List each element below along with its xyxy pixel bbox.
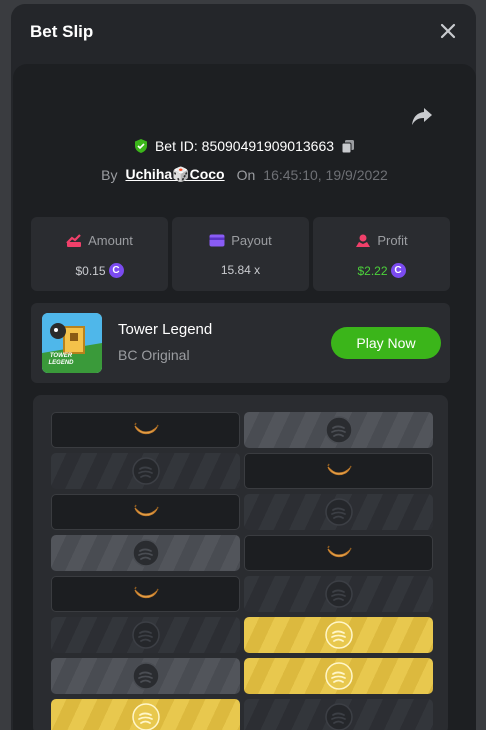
bc-coin-icon <box>324 703 353 730</box>
tower-tile <box>244 453 433 489</box>
verified-shield-icon <box>134 139 147 153</box>
tower-grid <box>51 412 433 730</box>
modal-header: Bet Slip <box>11 4 476 60</box>
bc-coin-icon <box>131 662 160 690</box>
banana-icon <box>133 586 159 599</box>
game-name: Tower Legend <box>118 321 213 338</box>
profit-label: Profit <box>377 233 408 248</box>
tower-tile <box>51 453 240 489</box>
tower-tile <box>51 699 240 730</box>
bet-time: 16:45:10, 19/9/2022 <box>263 166 388 183</box>
amount-label: Amount <box>88 233 133 248</box>
bc-coin-icon <box>324 416 353 444</box>
game-thumbnail[interactable]: TOWER LEGEND <box>42 313 102 373</box>
bet-id-row: Bet ID: 85090491909013663 <box>13 138 476 154</box>
bc-coin-icon <box>131 703 160 730</box>
bc-coin-icon <box>324 662 353 690</box>
banana-icon <box>133 422 159 435</box>
bc-coin-icon <box>324 621 353 649</box>
close-icon[interactable] <box>438 21 458 41</box>
tower-tile <box>244 412 433 448</box>
tower-tile <box>51 576 240 612</box>
bet-slip-modal: Bet Slip Bet ID: 85090491909013663 By Uc… <box>11 4 476 730</box>
tower-tile <box>244 494 433 530</box>
bet-id: Bet ID: 85090491909013663 <box>154 138 335 154</box>
copy-icon[interactable] <box>340 138 356 154</box>
banana-icon <box>326 463 352 476</box>
stat-amount: Amount $0.15 C <box>31 217 168 291</box>
by-label: By <box>101 166 118 183</box>
banana-icon <box>326 545 352 558</box>
tower-tile <box>51 658 240 694</box>
tower-tile <box>244 576 433 612</box>
stat-payout: Payout 15.84 x <box>172 217 309 291</box>
banana-icon <box>133 504 159 517</box>
modal-title: Bet Slip <box>30 22 94 41</box>
tower-tile <box>51 494 240 530</box>
stat-profit: Profit $2.22 C <box>313 217 450 291</box>
profit-icon <box>356 234 371 247</box>
bc-coin-icon <box>131 457 160 485</box>
bet-byline: By Uchiha🎲Coco On 16:45:10, 19/9/2022 <box>13 166 476 183</box>
on-label: On <box>236 166 256 183</box>
bet-details: Bet ID: 85090491909013663 By Uchiha🎲Coco… <box>13 64 476 730</box>
amount-icon <box>66 233 82 247</box>
game-card: TOWER LEGEND Tower Legend BC Original Pl… <box>31 303 450 383</box>
tower-tile <box>244 535 433 571</box>
amount-value: $0.15 <box>75 263 106 278</box>
profit-value: $2.22 <box>357 263 388 278</box>
tower-board <box>33 395 448 730</box>
stats-row: Amount $0.15 C Payout 15.84 x Profit $2.… <box>31 217 450 291</box>
bc-coin-icon <box>324 580 353 608</box>
coin-icon: C <box>108 263 124 278</box>
share-icon[interactable] <box>410 104 434 128</box>
tower-tile <box>51 617 240 653</box>
bc-coin-icon <box>131 539 160 567</box>
payout-card-icon <box>209 234 225 247</box>
tower-tile <box>244 617 433 653</box>
bc-coin-icon <box>324 498 353 526</box>
game-provider: BC Original <box>118 347 190 363</box>
coin-icon: C <box>390 263 406 278</box>
payout-value: 15.84 x <box>220 263 261 277</box>
tower-tile <box>51 535 240 571</box>
bc-coin-icon <box>131 621 160 649</box>
payout-label: Payout <box>231 233 272 248</box>
tower-tile <box>244 658 433 694</box>
user-link[interactable]: Uchiha🎲Coco <box>125 166 224 183</box>
game-thumb-text: TOWER LEGEND <box>48 353 74 366</box>
tower-tile <box>244 699 433 730</box>
play-now-button[interactable]: Play Now <box>331 327 441 359</box>
tower-tile <box>51 412 240 448</box>
